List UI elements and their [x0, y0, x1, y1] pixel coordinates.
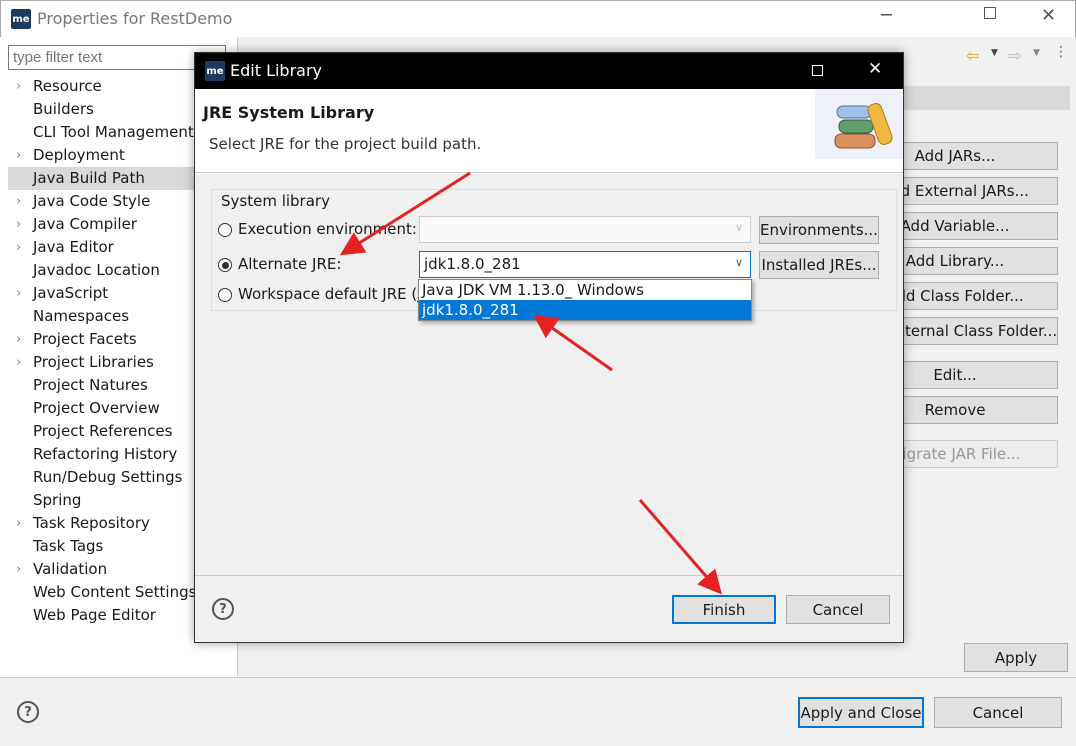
- edit-library-dialog: me Edit Library ✕ JRE System Library Sel…: [194, 52, 904, 643]
- chevron-down-icon[interactable]: ∨: [735, 256, 743, 269]
- forward-menu-icon[interactable]: ▼: [1033, 48, 1040, 58]
- tree-item-label: Javadoc Location: [33, 261, 160, 279]
- execution-environment-combo[interactable]: [419, 216, 751, 243]
- close-button[interactable]: ✕: [1041, 5, 1056, 26]
- tree-item-label: Project Natures: [33, 376, 148, 394]
- finish-button[interactable]: Finish: [672, 595, 776, 624]
- group-label: System library: [219, 192, 332, 210]
- chevron-right-icon[interactable]: ›: [16, 282, 21, 305]
- chevron-right-icon[interactable]: ›: [16, 144, 21, 167]
- dialog-description: Select JRE for the project build path.: [209, 135, 482, 153]
- tree-item-label: Web Content Settings: [33, 583, 197, 601]
- maximize-button[interactable]: [984, 7, 996, 19]
- chevron-right-icon[interactable]: ›: [16, 558, 21, 581]
- alternate-jre-label: Alternate JRE:: [238, 255, 342, 273]
- app-logo: me: [11, 9, 31, 29]
- alternate-jre-radio[interactable]: [218, 258, 232, 272]
- dialog-logo: me: [205, 61, 225, 81]
- tree-item-label: Validation: [33, 560, 108, 578]
- alternate-jre-combo[interactable]: jdk1.8.0_281: [419, 251, 751, 278]
- dropdown-option-selected[interactable]: jdk1.8.0_281: [419, 300, 751, 320]
- view-menu-icon[interactable]: ⋮: [1054, 44, 1068, 60]
- minimize-button[interactable]: ─: [881, 5, 892, 26]
- tree-item-label: JavaScript: [33, 284, 109, 302]
- footer-divider: [0, 677, 1076, 678]
- apply-and-close-button[interactable]: Apply and Close: [798, 697, 924, 728]
- tree-item-label: Deployment: [33, 146, 125, 164]
- tree-item-label: Namespaces: [33, 307, 130, 325]
- chevron-right-icon[interactable]: ›: [16, 75, 21, 98]
- back-arrow-icon[interactable]: ⇦: [966, 46, 979, 65]
- chevron-right-icon[interactable]: ›: [16, 190, 21, 213]
- tree-item-label: Web Page Editor: [33, 606, 156, 624]
- tree-item-label: CLI Tool Management: [33, 123, 194, 141]
- execution-environment-radio[interactable]: [218, 223, 232, 237]
- dialog-header: JRE System Library Select JRE for the pr…: [195, 89, 903, 173]
- window-title-bar: me Properties for RestDemo ─ ✕: [0, 0, 1076, 37]
- tree-item-label: Resource: [33, 77, 102, 95]
- tree-item-label: Project Facets: [33, 330, 137, 348]
- dialog-heading: JRE System Library: [203, 103, 375, 122]
- tree-item-label: Spring: [33, 491, 82, 509]
- dropdown-option[interactable]: Java JDK VM 1.13.0_ Windows: [419, 280, 751, 300]
- cancel-button[interactable]: Cancel: [934, 697, 1062, 728]
- tree-item-label: Builders: [33, 100, 94, 118]
- dialog-close-button[interactable]: ✕: [868, 59, 882, 79]
- chevron-right-icon[interactable]: ›: [16, 328, 21, 351]
- jre-dropdown-list: Java JDK VM 1.13.0_ Windows jdk1.8.0_281: [418, 279, 752, 321]
- tree-item-label: Refactoring History: [33, 445, 178, 463]
- workspace-default-label: Workspace default JRE (jo: [238, 285, 431, 303]
- dialog-help-icon[interactable]: ?: [212, 598, 234, 620]
- chevron-right-icon[interactable]: ›: [16, 512, 21, 535]
- dialog-cancel-button[interactable]: Cancel: [786, 595, 890, 624]
- apply-button[interactable]: Apply: [964, 643, 1068, 672]
- workspace-default-radio[interactable]: [218, 288, 232, 302]
- tree-item-label: Java Build Path: [33, 169, 145, 187]
- tree-item-label: Project Overview: [33, 399, 160, 417]
- dialog-maximize-button[interactable]: [812, 65, 823, 76]
- back-menu-icon[interactable]: ▼: [991, 48, 998, 58]
- tree-item-label: Java Editor: [33, 238, 114, 256]
- library-books-icon: [815, 89, 903, 159]
- tree-item-label: Task Tags: [33, 537, 104, 555]
- chevron-right-icon[interactable]: ›: [16, 236, 21, 259]
- dialog-title-bar: me Edit Library ✕: [195, 53, 903, 89]
- execution-environment-label: Execution environment:: [238, 220, 417, 238]
- window-title: Properties for RestDemo: [37, 9, 233, 28]
- chevron-right-icon[interactable]: ›: [16, 213, 21, 236]
- tree-item-label: Java Compiler: [33, 215, 137, 233]
- tree-item-label: Project References: [33, 422, 173, 440]
- tree-item-label: Run/Debug Settings: [33, 468, 183, 486]
- chevron-down-icon: ∨: [735, 221, 744, 234]
- help-icon[interactable]: ?: [17, 701, 39, 723]
- chevron-right-icon[interactable]: ›: [16, 351, 21, 374]
- environments-button[interactable]: Environments...: [759, 216, 879, 244]
- installed-jres-button[interactable]: Installed JREs...: [759, 251, 879, 279]
- tree-item-label: Task Repository: [33, 514, 150, 532]
- tree-item-label: Project Libraries: [33, 353, 154, 371]
- forward-arrow-icon[interactable]: ⇨: [1008, 46, 1021, 65]
- tree-item-label: Java Code Style: [33, 192, 151, 210]
- dialog-title: Edit Library: [230, 61, 323, 80]
